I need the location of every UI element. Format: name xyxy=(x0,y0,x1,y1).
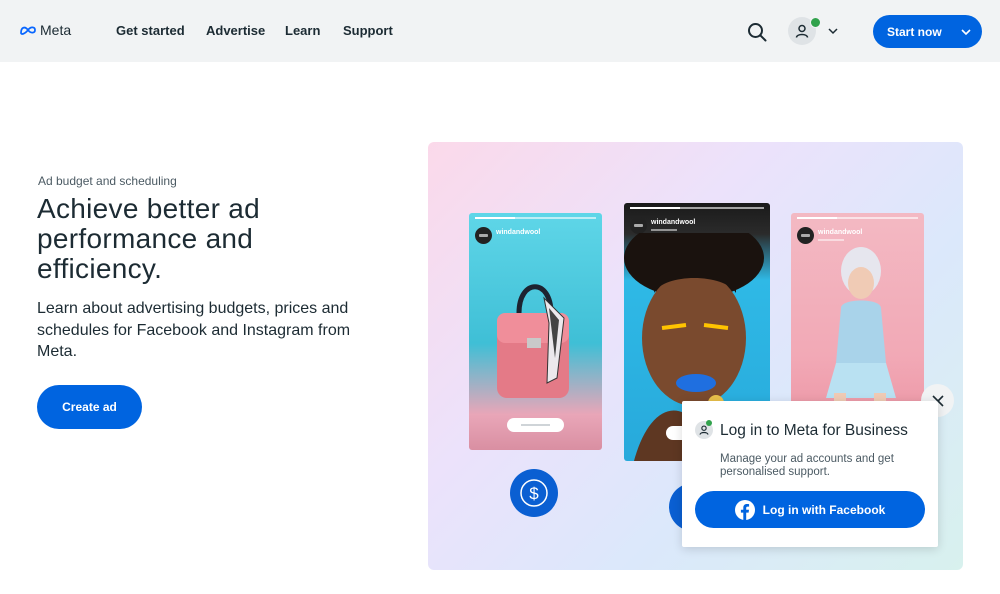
hero-eyebrow: Ad budget and scheduling xyxy=(38,174,177,188)
top-navigation-bar: Meta Get started Advertise Learn Support… xyxy=(0,0,1000,62)
person-icon xyxy=(699,425,709,435)
story-subtitle-line xyxy=(651,229,677,231)
nav-get-started[interactable]: Get started xyxy=(116,23,185,38)
story-handle: windandwool xyxy=(651,219,696,226)
hero-description: Learn about advertising budgets, prices … xyxy=(37,300,351,360)
online-status-dot xyxy=(810,17,821,28)
hero-title: Achieve better ad performance and effici… xyxy=(37,193,261,284)
chevron-down-icon xyxy=(961,29,971,36)
meta-logo[interactable]: Meta xyxy=(19,22,71,38)
login-with-facebook-button[interactable]: Log in with Facebook xyxy=(695,491,925,528)
story-avatar xyxy=(630,217,647,234)
search-icon[interactable] xyxy=(747,22,767,42)
chevron-down-icon[interactable] xyxy=(826,24,840,38)
meta-infinity-icon xyxy=(20,26,36,35)
online-status-dot xyxy=(706,420,712,426)
dollar-icon: $ xyxy=(520,479,548,507)
coin-badge: $ xyxy=(510,469,558,517)
handbag-image xyxy=(497,284,569,398)
nav-support[interactable]: Support xyxy=(343,23,393,38)
story-handle: windandwool xyxy=(496,229,541,236)
meta-logo-text: Meta xyxy=(40,22,72,38)
nav-learn[interactable]: Learn xyxy=(285,23,320,38)
story-handle: windandwool xyxy=(818,229,863,236)
login-with-facebook-label: Log in with Facebook xyxy=(762,502,886,517)
start-now-button[interactable]: Start now xyxy=(873,15,982,48)
create-ad-button[interactable]: Create ad xyxy=(37,385,142,429)
facebook-icon xyxy=(734,499,755,520)
start-now-label: Start now xyxy=(887,24,942,39)
story-avatar xyxy=(475,227,492,244)
popup-description: Manage your ad accounts and get personal… xyxy=(720,453,894,478)
story-subtitle-line xyxy=(818,239,844,241)
story-reply-pill xyxy=(507,418,564,432)
account-icon xyxy=(795,24,809,38)
story-card-handbag: windandwool xyxy=(469,213,602,450)
story-avatar xyxy=(797,227,814,244)
nav-advertise[interactable]: Advertise xyxy=(206,23,265,38)
login-popup: Log in to Meta for Business Manage your … xyxy=(682,401,938,547)
popup-title: Log in to Meta for Business xyxy=(720,422,908,439)
svg-text:$: $ xyxy=(529,484,539,503)
